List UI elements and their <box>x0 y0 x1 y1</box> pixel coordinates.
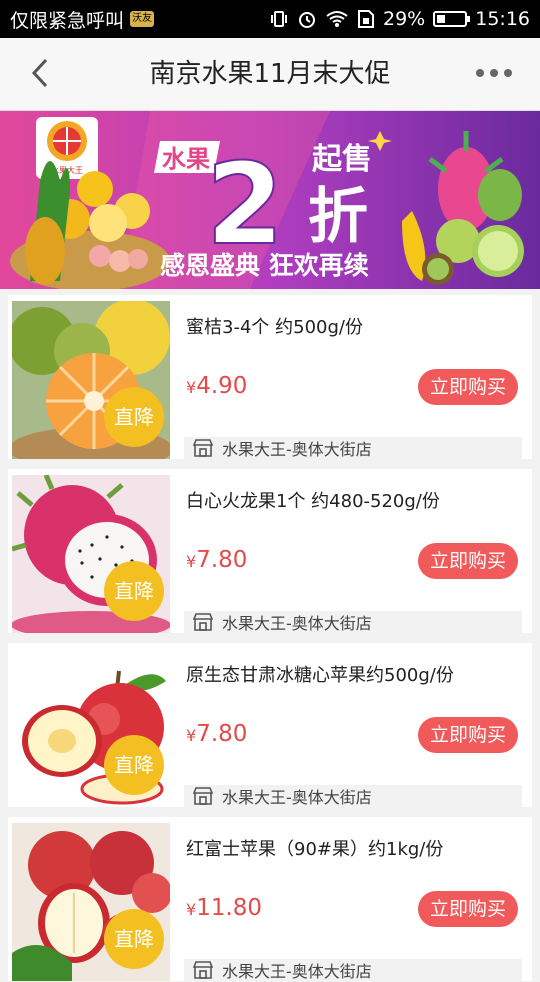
sim-badge: 沃友 <box>130 11 155 27</box>
wifi-icon <box>326 11 348 27</box>
price-value: 7.80 <box>196 721 248 747</box>
alarm-icon <box>299 12 315 28</box>
store-name: 水果大王-奥体大街店 <box>222 788 372 807</box>
promo-banner[interactable]: 水果大王 水果 2 起售 折 感恩盛典 狂欢再续 <box>0 111 540 289</box>
more-dots-icon[interactable] <box>474 65 514 81</box>
buy-now-button[interactable]: 立即购买 <box>418 891 518 927</box>
nav-bar: 南京水果11月末大促 <box>0 38 540 111</box>
product-price: ¥11.80 <box>186 895 262 921</box>
product-name[interactable]: 原生态甘肃冰糖心苹果约500g/份 <box>186 661 454 687</box>
price-value: 7.80 <box>196 547 248 573</box>
network-status-text: 仅限紧急呼叫 <box>10 9 125 32</box>
store-name: 水果大王-奥体大街店 <box>222 962 372 981</box>
product-price: ¥7.80 <box>186 547 247 573</box>
price-drop-badge: 直降 <box>104 387 164 447</box>
buy-now-button[interactable]: 立即购买 <box>418 543 518 579</box>
store-row[interactable]: 水果大王-奥体大街店 <box>184 959 522 981</box>
status-bar: 仅限紧急呼叫 沃友 29% 15:16 <box>0 0 540 38</box>
chevron-left-icon[interactable] <box>26 58 56 88</box>
battery-fill <box>437 15 445 23</box>
buy-now-button[interactable]: 立即购买 <box>418 369 518 405</box>
battery-icon <box>433 11 471 27</box>
currency-symbol: ¥ <box>186 726 197 745</box>
product-card[interactable]: 直降 原生态甘肃冰糖心苹果约500g/份 ¥7.80 立即购买 水果大王-奥体大… <box>8 643 532 807</box>
store-icon <box>192 787 214 805</box>
product-name[interactable]: 蜜桔3-4个 约500g/份 <box>186 313 363 339</box>
product-card[interactable]: 直降 白心火龙果1个 约480-520g/份 ¥7.80 立即购买 水果大王-奥… <box>8 469 532 633</box>
product-price: ¥7.80 <box>186 721 247 747</box>
status-left: 仅限紧急呼叫 沃友 <box>10 6 155 33</box>
product-name[interactable]: 白心火龙果1个 约480-520g/份 <box>186 487 440 513</box>
banner-tag: 水果 <box>162 145 210 173</box>
product-image-apple[interactable]: 直降 <box>12 649 170 807</box>
product-name[interactable]: 红富士苹果（90#果）约1kg/份 <box>186 835 443 861</box>
price-drop-badge: 直降 <box>104 909 164 969</box>
store-row[interactable]: 水果大王-奥体大街店 <box>184 785 522 807</box>
store-icon <box>192 613 214 631</box>
battery-percent: 29% <box>383 8 426 30</box>
product-price: ¥4.90 <box>186 373 247 399</box>
store-row[interactable]: 水果大王-奥体大街店 <box>184 437 522 459</box>
sim-card-icon <box>358 10 374 28</box>
banner-suffix-top: 起售 <box>312 142 372 177</box>
clock: 15:16 <box>475 8 530 30</box>
product-card[interactable]: 直降 红富士苹果（90#果）约1kg/份 ¥11.80 立即购买 水果大王-奥体… <box>8 817 532 981</box>
price-value: 11.80 <box>196 895 263 921</box>
store-icon <box>192 439 214 457</box>
buy-now-button[interactable]: 立即购买 <box>418 717 518 753</box>
vibrate-icon <box>271 11 287 27</box>
product-image-tangerine[interactable]: 直降 <box>12 301 170 459</box>
banner-suffix-bottom: 折 <box>308 182 368 252</box>
status-right: 29% 15:16 <box>269 8 530 30</box>
banner-slogan: 感恩盛典 狂欢再续 <box>160 251 369 280</box>
currency-symbol: ¥ <box>186 900 197 919</box>
price-value: 4.90 <box>196 373 248 399</box>
page-title: 南京水果11月末大促 <box>149 59 391 89</box>
store-name: 水果大王-奥体大街店 <box>222 440 372 459</box>
product-image-dragonfruit[interactable]: 直降 <box>12 475 170 633</box>
price-drop-badge: 直降 <box>104 561 164 621</box>
store-name: 水果大王-奥体大街店 <box>222 614 372 633</box>
currency-symbol: ¥ <box>186 552 197 571</box>
product-image-fuji-apple[interactable]: 直降 <box>12 823 170 981</box>
price-drop-badge: 直降 <box>104 735 164 795</box>
store-row[interactable]: 水果大王-奥体大街店 <box>184 611 522 633</box>
currency-symbol: ¥ <box>186 378 197 397</box>
product-card[interactable]: 直降 蜜桔3-4个 约500g/份 ¥4.90 立即购买 水果大王-奥体大街店 <box>8 295 532 459</box>
store-icon <box>192 961 214 979</box>
